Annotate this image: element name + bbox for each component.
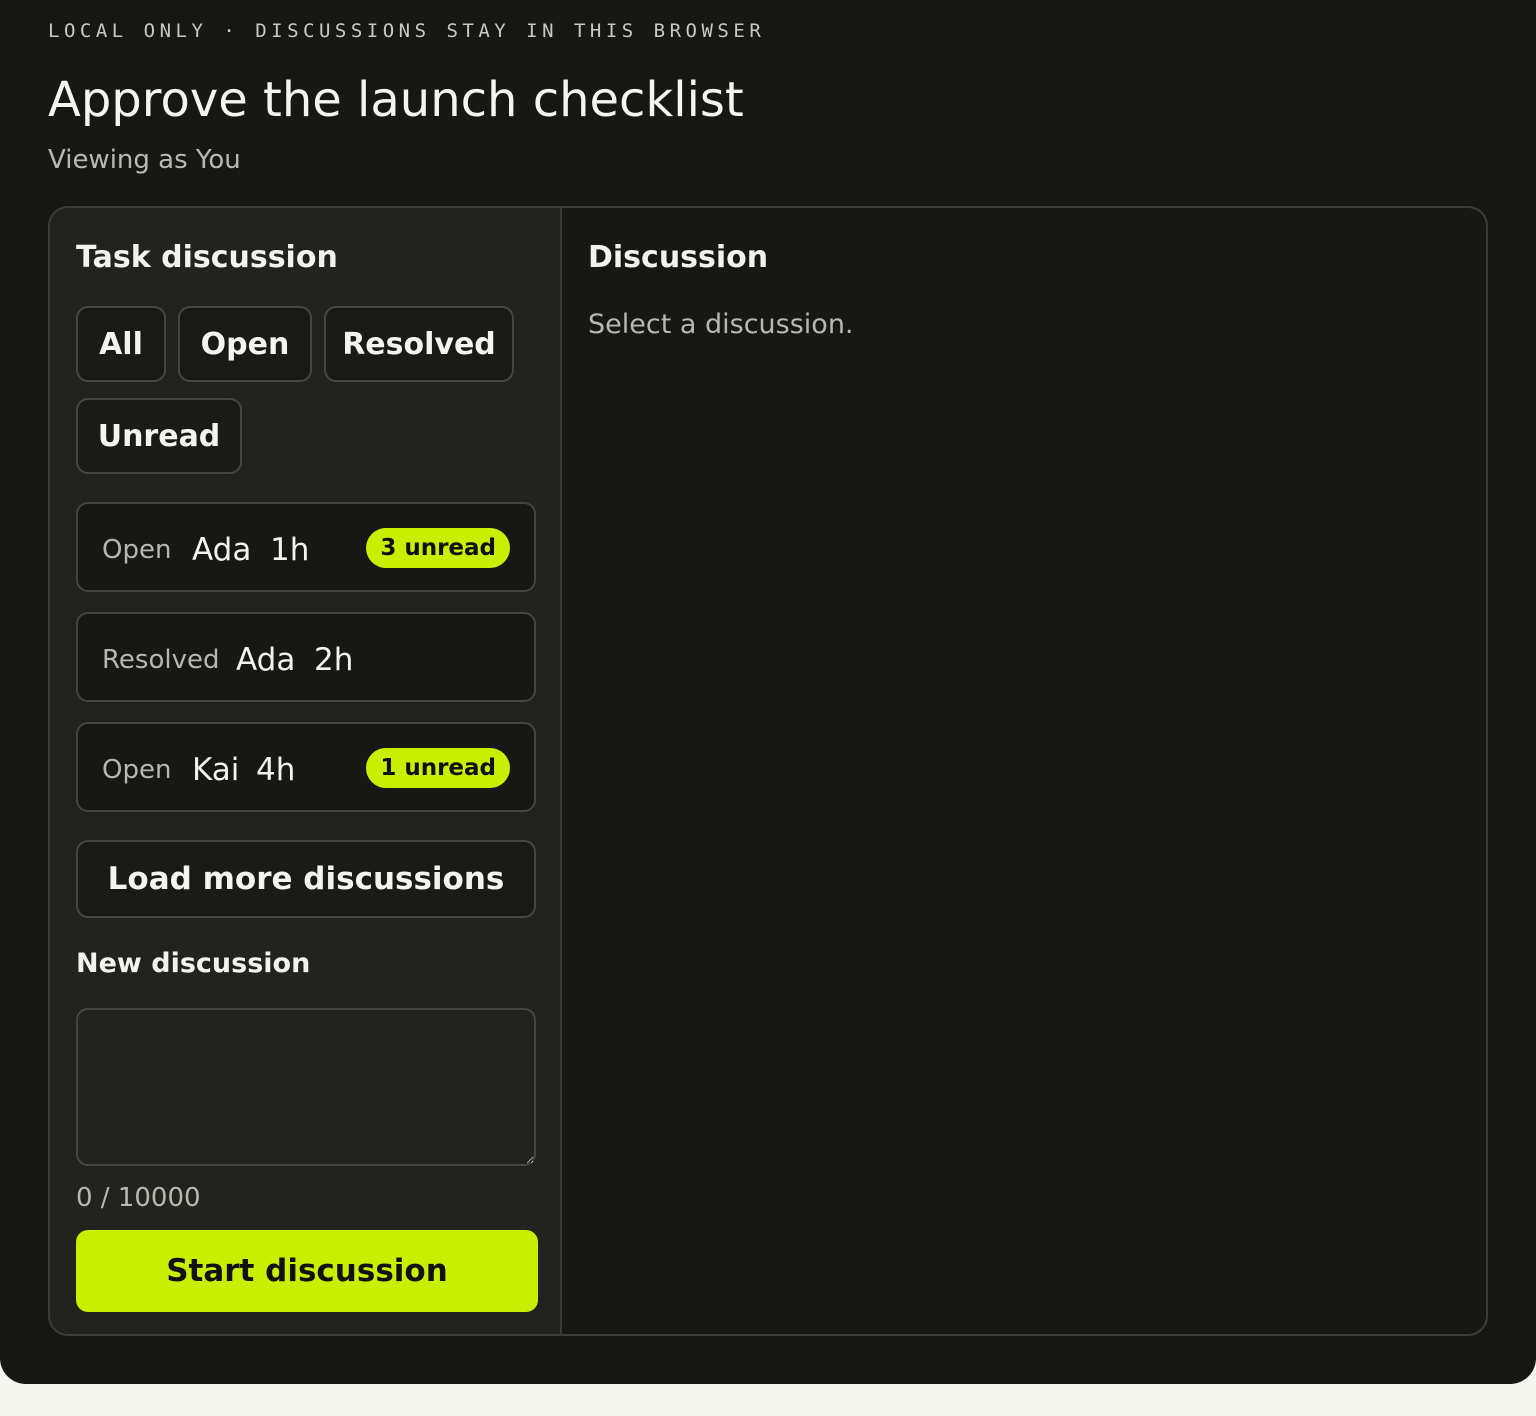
unread-badge: 3 unread xyxy=(366,528,510,568)
task-discussion-sidebar: Task discussion All Open Resolved Unread… xyxy=(50,208,562,1334)
thread-time: 1h xyxy=(270,532,310,568)
thread-author: Ada xyxy=(236,642,296,678)
filter-open-button[interactable]: Open xyxy=(178,306,312,382)
thread-status: Resolved xyxy=(102,645,220,675)
discussion-app: LOCAL ONLY · DISCUSSIONS STAY IN THIS BR… xyxy=(0,0,1536,1384)
empty-state-message: Select a discussion. xyxy=(588,309,854,340)
thread-author: Kai xyxy=(192,752,240,788)
thread-status: Open xyxy=(102,535,172,565)
filter-resolved-button[interactable]: Resolved xyxy=(324,306,514,382)
unread-badge: 1 unread xyxy=(366,748,510,788)
viewing-as-label: Viewing as You xyxy=(48,145,241,175)
discussion-thread-3[interactable]: Open Kai 4h 1 unread xyxy=(76,722,536,812)
thread-time: 2h xyxy=(314,642,354,678)
detail-title: Discussion xyxy=(588,240,769,275)
character-count: 0 / 10000 xyxy=(76,1183,201,1213)
sidebar-title: Task discussion xyxy=(76,240,338,275)
new-discussion-label: New discussion xyxy=(76,948,311,979)
discussion-panel: Task discussion All Open Resolved Unread… xyxy=(48,206,1488,1336)
local-only-notice: LOCAL ONLY · DISCUSSIONS STAY IN THIS BR… xyxy=(48,20,766,42)
discussion-detail: Discussion Select a discussion. xyxy=(562,208,1486,1334)
filter-unread-button[interactable]: Unread xyxy=(76,398,242,474)
discussion-thread-2[interactable]: Resolved Ada 2h xyxy=(76,612,536,702)
filter-all-button[interactable]: All xyxy=(76,306,166,382)
thread-time: 4h xyxy=(256,752,296,788)
load-more-discussions-button[interactable]: Load more discussions xyxy=(76,840,536,918)
discussion-thread-1[interactable]: Open Ada 1h 3 unread xyxy=(76,502,536,592)
new-discussion-input[interactable] xyxy=(76,1008,536,1166)
page-title: Approve the launch checklist xyxy=(48,72,744,128)
thread-status: Open xyxy=(102,755,172,785)
start-discussion-button[interactable]: Start discussion xyxy=(76,1230,538,1312)
thread-author: Ada xyxy=(192,532,252,568)
